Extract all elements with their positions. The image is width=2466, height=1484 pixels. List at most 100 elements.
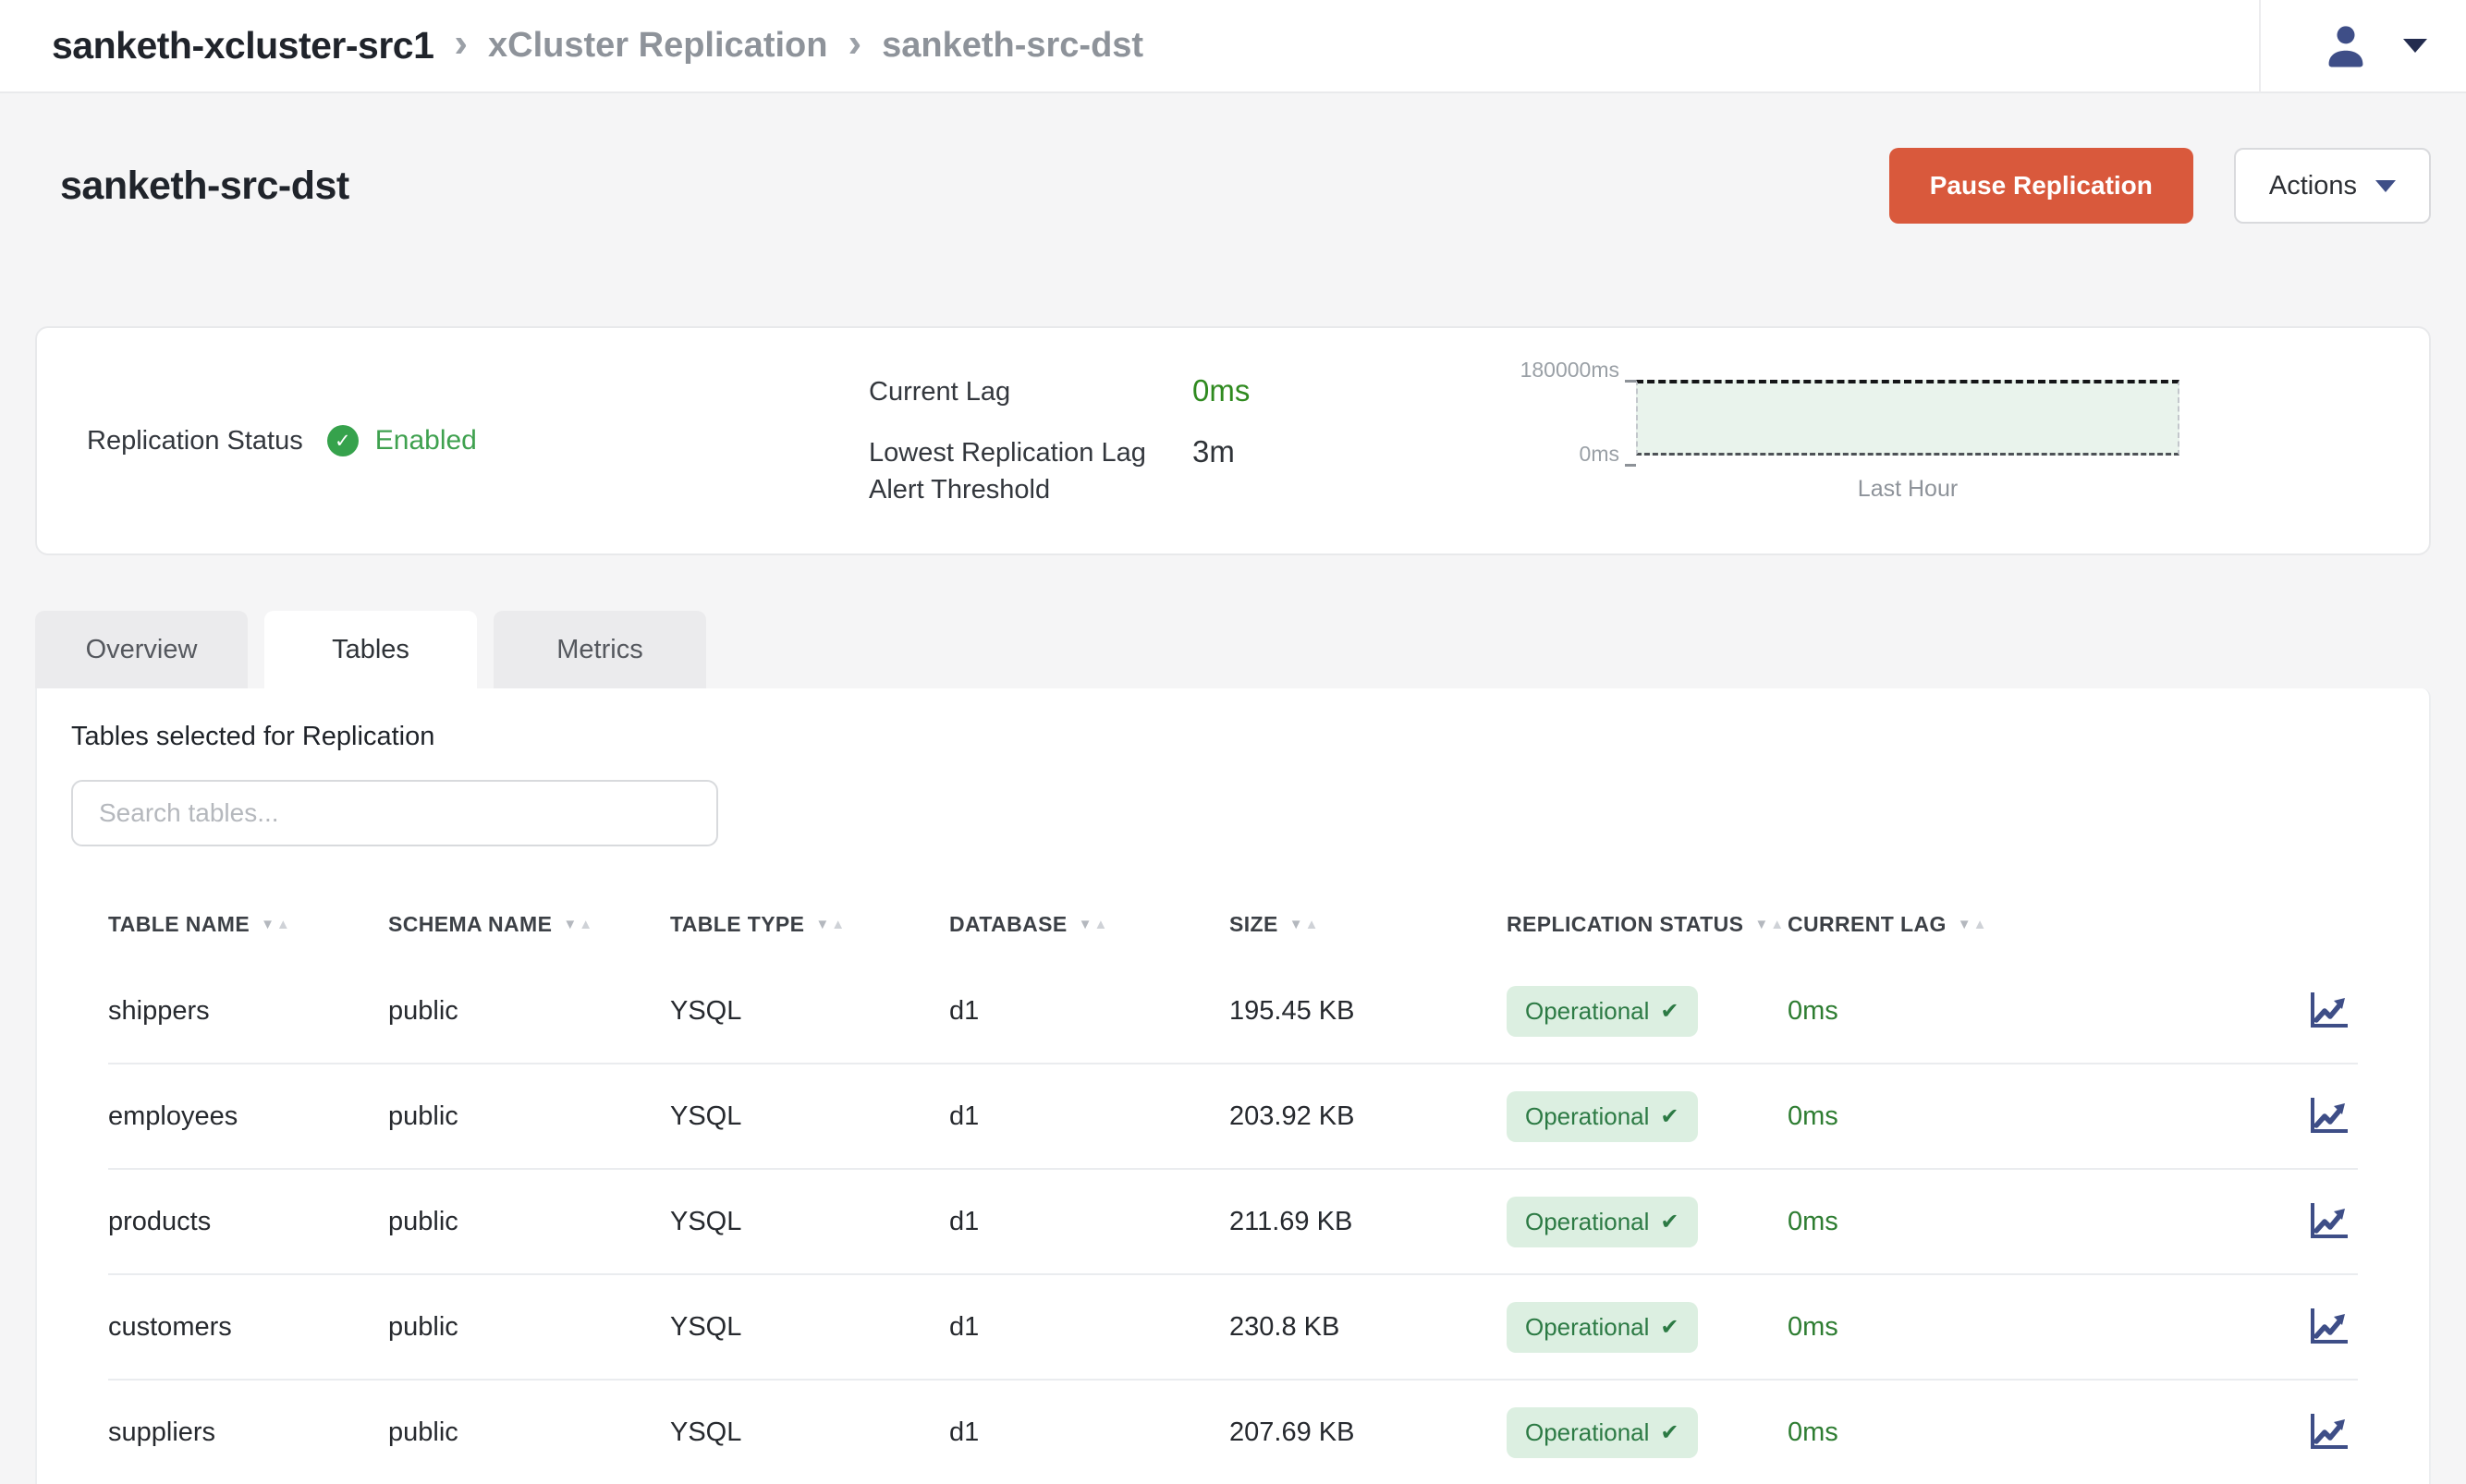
check-icon: ✔ — [1660, 1314, 1679, 1341]
replication-status-label: Replication Status — [87, 426, 303, 456]
lag-chart: 180000ms 0ms Last Hour — [1507, 380, 2179, 503]
tab-overview[interactable]: Overview — [35, 611, 248, 688]
lag-graph-icon[interactable] — [2306, 1096, 2350, 1137]
page-main: sanketh-src-dst Pause Replication Action… — [0, 138, 2466, 1484]
chevron-down-icon — [2403, 39, 2427, 53]
cell-schema-name: public — [388, 1417, 670, 1448]
check-icon: ✔ — [1660, 998, 1679, 1025]
lag-threshold-label: Lowest Replication Lag Alert Threshold — [869, 434, 1192, 508]
cell-table-type: YSQL — [670, 996, 949, 1027]
cell-current-lag: 0ms — [1788, 1101, 2285, 1132]
tables-panel: Tables selected for Replication TABLE NA… — [35, 688, 2431, 1484]
lag-threshold-value: 3m — [1192, 434, 1235, 469]
breadcrumb-separator-icon: › — [848, 23, 861, 69]
cell-replication-status: Operational ✔ — [1507, 1091, 1788, 1142]
column-header-size[interactable]: SIZE ▼▲ — [1229, 912, 1507, 937]
lag-chart-grid: 180000ms 0ms — [1507, 380, 2179, 456]
table-header-row: TABLE NAME ▼▲ SCHEMA NAME ▼▲ TABLE TYPE … — [108, 889, 2358, 959]
current-lag-value: 0ms — [1192, 373, 1250, 408]
sort-icon: ▼▲ — [1079, 917, 1110, 932]
page-title: sanketh-src-dst — [60, 164, 349, 209]
column-header-table-type[interactable]: TABLE TYPE ▼▲ — [670, 912, 949, 937]
user-menu[interactable] — [2322, 22, 2440, 70]
sort-icon: ▼▲ — [261, 917, 292, 932]
cell-table-type: YSQL — [670, 1417, 949, 1448]
table-body: shippers public YSQL d1 195.45 KB Operat… — [108, 959, 2358, 1484]
y-axis-tick — [1625, 380, 1636, 383]
cell-lag-graph — [2285, 1412, 2358, 1453]
cell-replication-status: Operational ✔ — [1507, 1197, 1788, 1247]
top-nav-bar: sanketh-xcluster-src1 › xCluster Replica… — [0, 0, 2466, 93]
cell-schema-name: public — [388, 996, 670, 1027]
cell-lag-graph — [2285, 991, 2358, 1031]
cell-table-type: YSQL — [670, 1312, 949, 1343]
y-axis-max-label: 180000ms — [1520, 369, 1636, 383]
cell-size: 230.8 KB — [1229, 1312, 1507, 1343]
cell-replication-status: Operational ✔ — [1507, 1407, 1788, 1458]
breadcrumb: sanketh-xcluster-src1 › xCluster Replica… — [52, 23, 1143, 69]
cell-table-name: customers — [108, 1312, 388, 1343]
lag-graph-icon[interactable] — [2306, 1307, 2350, 1347]
tables-panel-heading: Tables selected for Replication — [71, 722, 2395, 752]
cell-table-type: YSQL — [670, 1207, 949, 1237]
search-input[interactable] — [71, 780, 718, 846]
cell-replication-status: Operational ✔ — [1507, 986, 1788, 1037]
breadcrumb-xcluster-link[interactable]: xCluster Replication — [488, 26, 827, 66]
tab-tables[interactable]: Tables — [264, 611, 477, 688]
chevron-down-icon — [2375, 180, 2396, 192]
lag-graph-icon[interactable] — [2306, 1412, 2350, 1453]
lag-summary: Current Lag 0ms Lowest Replication Lag A… — [869, 373, 1507, 508]
cell-database: d1 — [949, 996, 1229, 1027]
column-header-database[interactable]: DATABASE ▼▲ — [949, 912, 1229, 937]
current-lag-label: Current Lag — [869, 373, 1192, 410]
table-row: shippers public YSQL d1 195.45 KB Operat… — [108, 959, 2358, 1064]
tab-metrics[interactable]: Metrics — [494, 611, 706, 688]
lag-chart-plot-area — [1636, 380, 2179, 456]
y-axis-min-label: 0ms — [1580, 453, 1636, 467]
sort-icon: ▼▲ — [563, 917, 594, 932]
cell-current-lag: 0ms — [1788, 996, 2285, 1027]
status-badge: Operational ✔ — [1507, 1302, 1698, 1353]
tab-bar: Overview Tables Metrics — [35, 611, 2431, 688]
check-icon: ✔ — [1660, 1103, 1679, 1130]
replication-status-group: Replication Status ✓ Enabled — [37, 425, 869, 456]
cell-size: 211.69 KB — [1229, 1207, 1507, 1237]
lag-graph-icon[interactable] — [2306, 1201, 2350, 1242]
column-header-schema-name[interactable]: SCHEMA NAME ▼▲ — [388, 912, 670, 937]
column-header-replication-status[interactable]: REPLICATION STATUS ▼▲ — [1507, 912, 1788, 937]
cell-schema-name: public — [388, 1101, 670, 1132]
sort-icon: ▼▲ — [815, 917, 847, 932]
column-header-current-lag[interactable]: CURRENT LAG ▼▲ — [1788, 912, 2285, 937]
cell-lag-graph — [2285, 1201, 2358, 1242]
cell-database: d1 — [949, 1312, 1229, 1343]
cell-replication-status: Operational ✔ — [1507, 1302, 1788, 1353]
topbar-right — [2259, 0, 2440, 92]
cell-database: d1 — [949, 1101, 1229, 1132]
table-row: products public YSQL d1 211.69 KB Operat… — [108, 1170, 2358, 1275]
pause-replication-button[interactable]: Pause Replication — [1889, 148, 2193, 224]
replication-tables-table: TABLE NAME ▼▲ SCHEMA NAME ▼▲ TABLE TYPE … — [71, 889, 2395, 1484]
sort-icon: ▼▲ — [1958, 917, 1989, 932]
lag-graph-icon[interactable] — [2306, 991, 2350, 1031]
replication-status-card: Replication Status ✓ Enabled Current Lag… — [35, 326, 2431, 555]
breadcrumb-separator-icon: › — [454, 23, 468, 69]
title-row: sanketh-src-dst Pause Replication Action… — [35, 138, 2431, 234]
sort-icon: ▼▲ — [1289, 917, 1321, 932]
column-header-table-name[interactable]: TABLE NAME ▼▲ — [108, 912, 388, 937]
cell-database: d1 — [949, 1417, 1229, 1448]
actions-button[interactable]: Actions — [2234, 148, 2431, 224]
cell-table-type: YSQL — [670, 1101, 949, 1132]
y-axis-tick — [1625, 464, 1636, 467]
cell-current-lag: 0ms — [1788, 1417, 2285, 1448]
sort-icon: ▼▲ — [1754, 917, 1786, 932]
cell-table-name: suppliers — [108, 1417, 388, 1448]
status-badge: Operational ✔ — [1507, 1091, 1698, 1142]
check-icon: ✔ — [1660, 1419, 1679, 1446]
cell-size: 203.92 KB — [1229, 1101, 1507, 1132]
table-row: suppliers public YSQL d1 207.69 KB Opera… — [108, 1381, 2358, 1484]
breadcrumb-universe-link[interactable]: sanketh-xcluster-src1 — [52, 24, 433, 67]
title-actions: Pause Replication Actions — [1889, 148, 2431, 224]
status-badge: Operational ✔ — [1507, 1407, 1698, 1458]
cell-schema-name: public — [388, 1207, 670, 1237]
breadcrumb-current-page: sanketh-src-dst — [882, 26, 1143, 66]
